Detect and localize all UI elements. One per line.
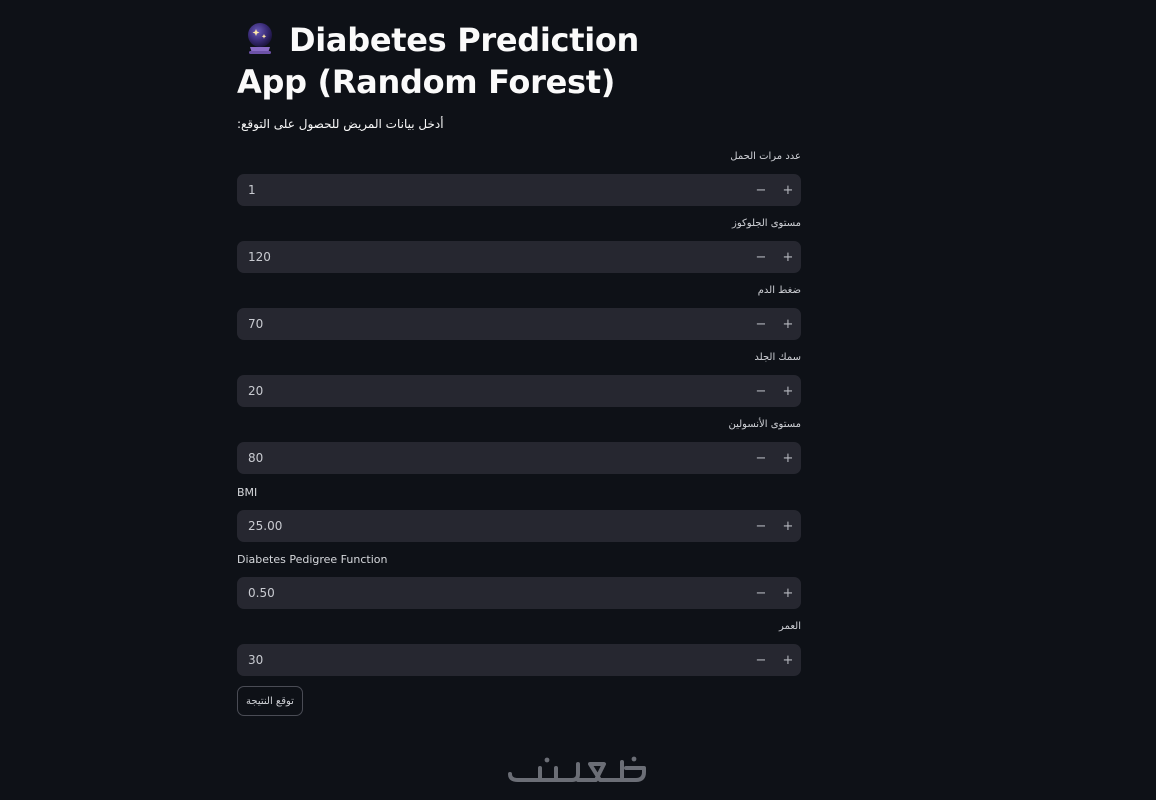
decrement-button[interactable]: − <box>748 174 774 206</box>
number-input-box: 80− + <box>237 442 801 474</box>
increment-button[interactable]: + <box>775 308 801 340</box>
field-label: Diabetes Pedigree Function <box>237 553 388 566</box>
decrement-button[interactable]: − <box>748 241 774 273</box>
number-input[interactable]: 20 <box>237 375 748 407</box>
main-content: Diabetes Prediction App (Random Forest) … <box>237 0 801 716</box>
decrement-button[interactable]: − <box>748 510 774 542</box>
number-input-box: 1− + <box>237 174 801 206</box>
number-input-box: 25.00− + <box>237 510 801 542</box>
number-input[interactable]: 1 <box>237 174 748 206</box>
decrement-button[interactable]: − <box>748 442 774 474</box>
increment-button[interactable]: + <box>775 375 801 407</box>
number-field-7: العمر 30− + <box>237 620 801 676</box>
decrement-button[interactable]: − <box>748 308 774 340</box>
increment-button[interactable]: + <box>775 644 801 676</box>
increment-button[interactable]: + <box>775 510 801 542</box>
number-input-box: 70− + <box>237 308 801 340</box>
decrement-button[interactable]: − <box>748 375 774 407</box>
field-label: العمر <box>779 621 801 632</box>
number-field-3: سمك الجلد 20− + <box>237 351 801 407</box>
number-input[interactable]: 80 <box>237 442 748 474</box>
increment-button[interactable]: + <box>775 241 801 273</box>
number-input[interactable]: 0.50 <box>237 577 748 609</box>
increment-button[interactable]: + <box>775 442 801 474</box>
number-field-2: ضغط الدم 70− + <box>237 284 801 340</box>
number-input[interactable]: 25.00 <box>237 510 748 542</box>
increment-button[interactable]: + <box>775 577 801 609</box>
number-input[interactable]: 120 <box>237 241 748 273</box>
field-label: مستوى الجلوكوز <box>732 218 801 229</box>
number-field-5: BMI 25.00− + <box>237 486 801 542</box>
page-title: Diabetes Prediction App (Random Forest) <box>237 19 677 103</box>
number-input-box: 30− + <box>237 644 801 676</box>
number-field-1: مستوى الجلوكوز 120− + <box>237 217 801 273</box>
number-input-box: 120− + <box>237 241 801 273</box>
field-label: BMI <box>237 486 258 499</box>
field-label: ضغط الدم <box>757 285 801 296</box>
crystal-ball-icon <box>248 23 272 54</box>
number-input[interactable]: 30 <box>237 644 748 676</box>
predict-button[interactable]: توقع النتيجة <box>237 686 303 716</box>
increment-button[interactable]: + <box>775 174 801 206</box>
field-label: مستوى الأنسولين <box>728 419 802 430</box>
field-label: عدد مرات الحمل <box>730 151 801 162</box>
field-label: سمك الجلد <box>754 352 801 363</box>
watermark-logo <box>508 756 646 782</box>
number-field-0: عدد مرات الحمل 1− + <box>237 150 801 206</box>
page-subtitle: أدخل بيانات المريض للحصول على التوقع: <box>237 117 444 131</box>
number-input[interactable]: 70 <box>237 308 748 340</box>
number-field-6: Diabetes Pedigree Function 0.50− + <box>237 553 801 609</box>
number-input-box: 0.50− + <box>237 577 801 609</box>
number-field-4: مستوى الأنسولين 80− + <box>237 418 801 474</box>
number-input-box: 20− + <box>237 375 801 407</box>
decrement-button[interactable]: − <box>748 644 774 676</box>
page-title-text: Diabetes Prediction App (Random Forest) <box>237 21 640 101</box>
decrement-button[interactable]: − <box>748 577 774 609</box>
